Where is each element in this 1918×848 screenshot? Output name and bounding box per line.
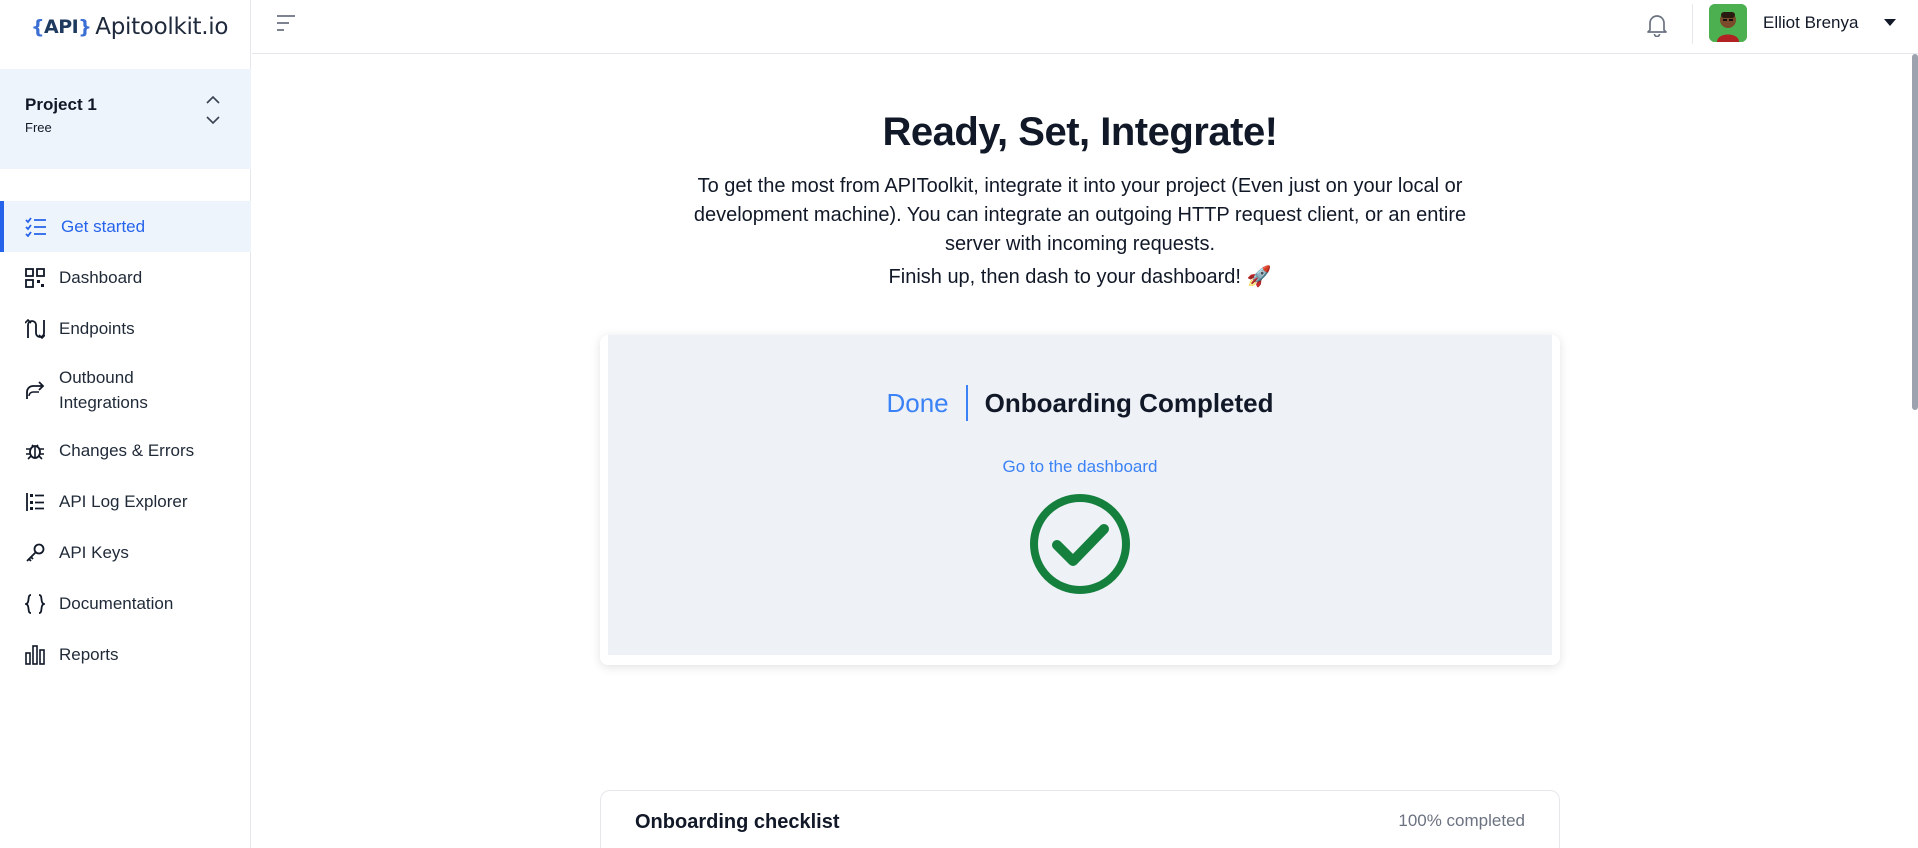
go-to-dashboard-link[interactable]: Go to the dashboard <box>608 457 1552 477</box>
onboarding-status-card: Done Onboarding Completed Go to the dash… <box>600 335 1560 665</box>
outbound-arrow-icon <box>26 380 45 399</box>
logo[interactable]: {API} Apitoolkit.io <box>0 0 250 54</box>
menu-lines-icon <box>277 15 295 31</box>
sidebar-item-label: API Keys <box>59 542 129 562</box>
sidebar-item-outbound-integrations[interactable]: Outbound Integrations <box>0 354 251 425</box>
top-header: Elliot Brenya <box>252 0 1918 54</box>
intro-description: To get the most from APIToolkit, integra… <box>693 175 1467 255</box>
checklist-icon <box>25 216 46 237</box>
bell-icon <box>1647 15 1667 38</box>
page-title: Ready, Set, Integrate! <box>882 110 1278 154</box>
caret-down-icon <box>1884 19 1897 26</box>
notifications-button[interactable] <box>1646 13 1668 42</box>
check-circle-icon <box>1030 494 1130 594</box>
checklist-title: Onboarding checklist <box>635 811 840 833</box>
menu-toggle-button[interactable] <box>276 14 296 37</box>
sidebar-item-dashboard[interactable]: Dashboard <box>0 252 251 303</box>
sidebar-nav: Get started Dashboard Endpoints Outbound… <box>0 201 251 680</box>
onboarding-checklist: Onboarding checklist 100% completed <box>600 790 1560 848</box>
bar-chart-icon <box>25 644 45 665</box>
sidebar-item-label: Get started <box>61 216 146 236</box>
sidebar-item-label: Documentation <box>59 593 174 613</box>
logo-mark: {API} <box>31 16 92 38</box>
sidebar-item-documentation[interactable]: Documentation <box>0 578 251 629</box>
sidebar-item-label: Changes & Errors <box>59 440 195 460</box>
status-heading: Onboarding Completed <box>984 387 1274 418</box>
status-row: Done Onboarding Completed <box>608 385 1552 421</box>
sidebar-item-label: Reports <box>59 644 119 664</box>
sidebar: {API} Apitoolkit.io Project 1 Free Get s… <box>0 0 251 848</box>
log-list-icon <box>26 492 44 511</box>
sidebar-item-api-keys[interactable]: API Keys <box>0 527 251 578</box>
onboarding-status-panel: Done Onboarding Completed Go to the dash… <box>608 335 1552 655</box>
chevron-up-icon <box>206 95 220 104</box>
key-icon <box>26 543 45 562</box>
project-toggle[interactable] <box>205 95 221 125</box>
user-name: Elliot Brenya <box>1763 13 1859 32</box>
finish-text: Finish up, then dash to your dashboard! … <box>888 266 1272 288</box>
scrollbar-thumb[interactable] <box>1912 54 1918 410</box>
sidebar-item-api-log-explorer[interactable]: API Log Explorer <box>0 476 251 527</box>
dashboard-grid-icon <box>25 267 45 288</box>
sidebar-item-label: Dashboard <box>59 267 143 287</box>
status-done-label: Done <box>886 385 968 421</box>
curly-braces-icon <box>25 593 45 614</box>
bug-icon <box>26 443 44 460</box>
sidebar-item-get-started[interactable]: Get started <box>0 201 251 252</box>
sidebar-item-label: API Log Explorer <box>59 491 188 511</box>
avatar-image-icon <box>1709 4 1747 42</box>
header-divider <box>1692 4 1693 44</box>
sidebar-item-label: Outbound Integrations <box>59 367 148 412</box>
user-menu[interactable]: Elliot Brenya <box>1709 4 1897 42</box>
chevron-down-icon <box>206 116 220 125</box>
logo-text: Apitoolkit.io <box>95 14 229 40</box>
project-switcher[interactable]: Project 1 Free <box>0 69 251 169</box>
endpoints-route-icon <box>25 318 45 339</box>
avatar <box>1709 4 1747 42</box>
sidebar-item-changes-errors[interactable]: Changes & Errors <box>0 425 251 476</box>
sidebar-item-label: Endpoints <box>59 318 135 338</box>
sidebar-item-reports[interactable]: Reports <box>0 629 251 680</box>
checklist-progress: 100% completed <box>1398 811 1525 830</box>
sidebar-item-endpoints[interactable]: Endpoints <box>0 303 251 354</box>
